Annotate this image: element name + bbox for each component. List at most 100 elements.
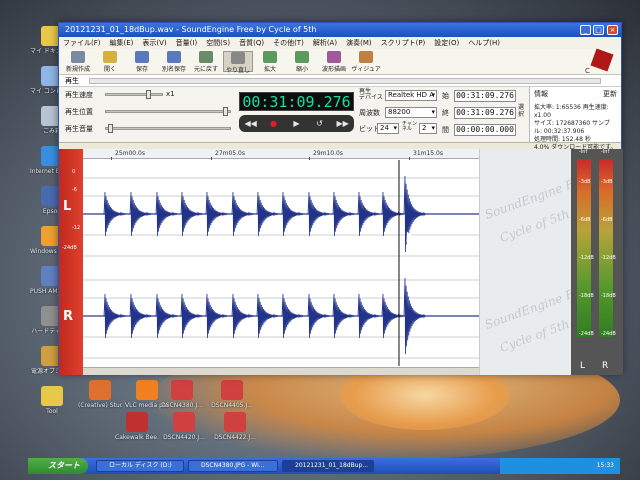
toolbar-button[interactable]: 縮小 [287,51,317,73]
select-label[interactable]: 選択 [518,104,526,118]
menu-item[interactable]: 設定(O) [434,39,459,47]
waveform-burst [103,293,126,339]
close-button[interactable]: × [607,25,618,35]
toolbar-button[interactable]: やり直し [223,51,253,74]
toolbar-icon [167,51,181,63]
taskbar-item-local-disk[interactable]: ローカル ディスク (D:) [96,460,184,472]
taskbar-item-image-viewer[interactable]: DSCN4380.JPG - Wi... [188,460,278,472]
desktop-icon[interactable]: DSCN4380.J... [160,380,204,409]
menu-item[interactable]: 音質(Q) [239,39,264,47]
waveform-view[interactable]: 25m00.0s 27m05.0s 29m10.0s 31m15.0s [83,149,479,375]
menu-item[interactable]: その他(T) [273,39,304,47]
loop-button[interactable]: ↺ [314,118,326,130]
waveform-burst [180,191,203,237]
desktop-icon[interactable]: Cakewalk Bee... [115,412,159,441]
waveform-burst [307,293,330,339]
toolbar-button[interactable]: 別名保存 [159,51,189,73]
ruler-tick-label: 31m15.0s [413,150,443,157]
toolbar-button[interactable]: 拡大 [255,51,285,73]
frequency-select[interactable]: 88200 [385,107,437,118]
meter-db-mark: -6dB [601,217,613,223]
speed-value: x1 [166,90,175,98]
toolbar-button-label: 新規作成 [65,66,90,73]
info-line: 処理時間: 152.48 秒 [534,136,591,143]
volume-slider[interactable] [105,124,231,133]
desktop-icon-label: DSCN4422.J... [214,434,256,441]
waveform-burst [281,191,304,237]
span-label: 間 [442,126,449,134]
toolbar-button[interactable]: 保存 [127,51,157,73]
meter-db-mark: -3dB [579,179,591,185]
desktop-icon[interactable]: DSCN4420.J... [162,412,206,441]
menu-item[interactable]: 編集(E) [110,39,134,47]
info-line: サイズ: 172687360 サンプル: 00:32:37.906 [534,120,610,135]
minimize-button[interactable]: _ [580,25,591,35]
bit-select[interactable]: 24 [377,123,399,134]
menu-item[interactable]: ヘルプ(H) [468,39,500,47]
meter-db-mark: -3dB [601,179,613,185]
taskbar-item-soundengine[interactable]: 20121231_01_18dBup... [282,460,374,472]
meter-db-mark: -6dB [579,217,591,223]
menu-item[interactable]: ファイル(F) [63,39,101,47]
toolbar-button-label: 縮小 [295,66,308,73]
desktop-icon[interactable]: Tool [30,386,74,415]
toolbar-icon [359,51,373,63]
toolbar-button[interactable]: 開く [95,51,125,73]
record-button[interactable]: ● [268,118,280,130]
fast-forward-button[interactable]: ▶▶ [337,118,349,130]
toolbar-icon [103,51,117,63]
end-time-field[interactable]: 00:31:09.276 [454,107,516,119]
control-panel: 再生速度 x1 再生位置 再生音量 00:31:09.276 ◀◀ ● ▶ ↺ … [59,87,621,151]
toolbar-button[interactable]: 波形描画 [319,51,349,73]
desktop-icon-label: DSCN4420.J... [163,434,205,441]
toolbar-button-label: 拡大 [263,66,276,73]
waveform-burst [129,191,152,237]
desktop-icon[interactable]: DSCN4405.J... [210,380,254,409]
menu-item[interactable]: 表示(V) [142,39,166,47]
start-time-field[interactable]: 00:31:09.276 [454,90,516,102]
db-label: 0 [72,169,76,175]
app-logo: C [585,48,614,75]
start-button[interactable]: スタート [28,458,88,474]
desktop: マイ ドキュメントマイ コンピュータごみ箱Internet ExplorerEp… [0,0,640,480]
menu-item[interactable]: 演奏(M) [346,39,372,47]
speed-slider[interactable] [105,90,163,99]
play-button[interactable]: ▶ [291,118,303,130]
position-label: 再生位置 [65,108,93,116]
desktop-icon-label: DSCN4405.J... [211,402,253,409]
channel-label: チャン ネル [402,121,417,132]
meter-db-mark: -24dB [579,331,594,337]
meter-label-left: L [580,361,586,371]
waveform-burst [381,191,404,237]
menu-item[interactable]: 音量(I) [176,39,198,47]
title-bar[interactable]: 20121231_01_18dBup.wav - SoundEngine Fre… [59,23,621,37]
channel-select[interactable]: 2 [419,123,437,134]
menu-item[interactable]: 解析(A) [313,39,337,47]
rewind-button[interactable]: ◀◀ [245,118,257,130]
device-select[interactable]: Realtek HD A [385,90,437,101]
toolbar-button[interactable]: 新規作成 [63,51,93,73]
desktop-icon-image [89,380,111,400]
toolbar-icon [135,51,149,63]
maximize-button[interactable]: □ [593,25,604,35]
menu-item[interactable]: スクリプト(P) [381,39,426,47]
waveform-graph[interactable] [83,160,479,366]
desktop-icon-image [221,380,243,400]
playback-seek-bar[interactable] [89,78,601,84]
desktop-icon-image [224,412,246,432]
desktop-icon[interactable]: DSCN4422.J... [213,412,257,441]
toolbar-button-label: 保存 [135,66,148,73]
refresh-link[interactable]: 更新 [603,90,617,98]
info-title: 情報 [534,90,548,98]
desktop-icon[interactable]: (Creative) Studio Stud... [78,380,122,409]
position-slider[interactable] [105,107,231,116]
meter-db-mark: -24dB [601,331,616,337]
span-time-field[interactable]: 00:00:00.000 [454,124,516,136]
toolbar-button[interactable]: 元に戻す [191,51,221,73]
toolbar-button[interactable]: ヴィジュアル [351,51,381,82]
transport-controls: ◀◀ ● ▶ ↺ ▶▶ [239,115,354,132]
horizontal-scrollbar[interactable] [83,367,479,375]
menu-item[interactable]: 空間(S) [206,39,230,47]
toolbar-icon [295,51,309,63]
meter-db-mark: -12dB [601,255,616,261]
